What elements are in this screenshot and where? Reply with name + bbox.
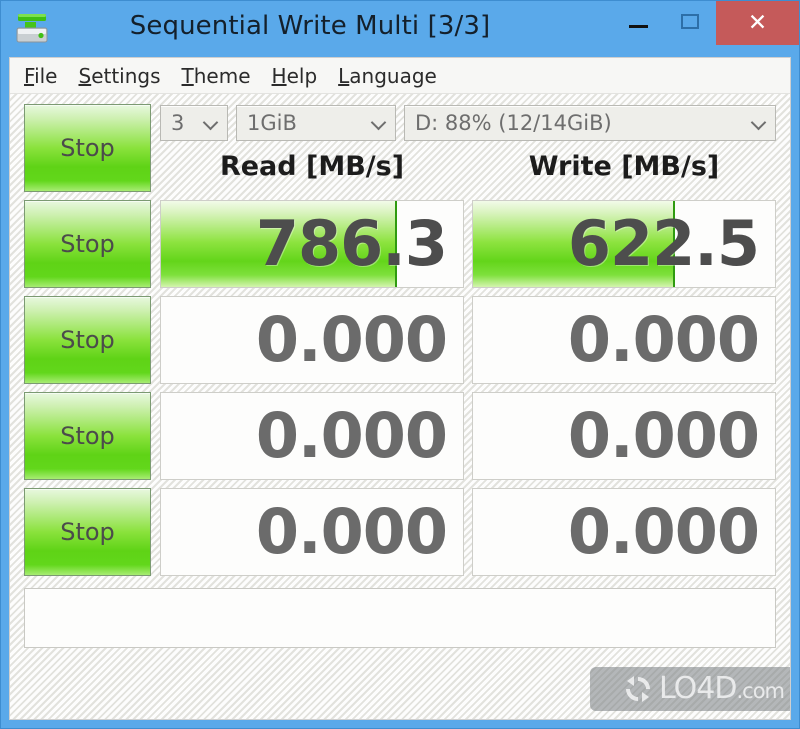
cells: 0.000 0.000 — [160, 392, 776, 480]
menu-mnemonic: H — [271, 63, 287, 88]
app-window: Sequential Write Multi [3/3] ✕ File Sett… — [0, 0, 800, 729]
result-cells-1: 786.3 622.5 — [151, 200, 776, 288]
test-size-value: 1GiB — [247, 111, 297, 135]
result-row: Stop 0.000 0.000 — [24, 488, 776, 576]
watermark-text: LO4D.com — [659, 671, 785, 706]
result-row: Stop 0.000 0.000 — [24, 296, 776, 384]
toolbar-right: 3 1GiB D: 88% (12/14GiB) Read [MB/s] Wri… — [151, 104, 776, 192]
watermark-name: LO4D — [659, 671, 737, 706]
write-result-cell-2: 0.000 — [472, 296, 776, 384]
result-cells-4: 0.000 0.000 — [151, 488, 776, 576]
menu-label: anguage — [349, 63, 437, 88]
client-area: File Settings Theme Help Language Stop 3 — [9, 57, 791, 720]
maximize-icon — [681, 13, 699, 29]
chevron-down-icon — [371, 115, 387, 131]
lo4d-watermark: LO4D.com — [590, 667, 790, 711]
toolbar-row: Stop 3 1GiB D: 88% (12/14GiB) Read [MB/s… — [24, 104, 776, 192]
write-result-cell-4: 0.000 — [472, 488, 776, 576]
menu-mnemonic: T — [181, 63, 194, 88]
menu-bar: File Settings Theme Help Language — [10, 58, 790, 94]
chevron-down-icon — [751, 115, 767, 131]
minimize-icon — [628, 24, 648, 28]
menu-item-settings[interactable]: Settings — [78, 64, 160, 88]
read-result-cell-1: 786.3 — [160, 200, 464, 288]
stop-button-4[interactable]: Stop — [24, 488, 151, 576]
menu-mnemonic: F — [24, 63, 35, 88]
drive-select[interactable]: D: 88% (12/14GiB) — [404, 105, 776, 141]
read-value-4: 0.000 — [255, 495, 448, 568]
menu-item-help[interactable]: Help — [272, 64, 318, 88]
read-value-3: 0.000 — [255, 399, 448, 472]
menu-item-language[interactable]: Language — [338, 64, 437, 88]
cells: 786.3 622.5 — [160, 200, 776, 288]
menu-label: elp — [286, 63, 318, 88]
menu-label: ettings — [91, 63, 161, 88]
menu-item-theme[interactable]: Theme — [182, 64, 251, 88]
write-column-header: Write [MB/s] — [528, 150, 720, 182]
stop-all-button[interactable]: Stop — [24, 104, 151, 192]
test-controls: 3 1GiB D: 88% (12/14GiB) — [160, 104, 776, 142]
write-value-1: 622.5 — [567, 207, 760, 280]
benchmark-panel: Stop 3 1GiB D: 88% (12/14GiB) Read [MB/s… — [10, 94, 790, 719]
window-controls: ✕ — [612, 1, 799, 45]
read-result-cell-3: 0.000 — [160, 392, 464, 480]
cells: 0.000 0.000 — [160, 488, 776, 576]
write-result-cell-1: 622.5 — [472, 200, 776, 288]
read-value-1: 786.3 — [255, 207, 448, 280]
read-value-2: 0.000 — [255, 303, 448, 376]
stop-button-2[interactable]: Stop — [24, 296, 151, 384]
menu-label: ile — [34, 63, 58, 88]
stop-button-3[interactable]: Stop — [24, 392, 151, 480]
drive-value: D: 88% (12/14GiB) — [415, 111, 612, 135]
chevron-down-icon — [203, 115, 219, 131]
read-column-header: Read [MB/s] — [219, 150, 405, 182]
refresh-arrows-icon — [626, 676, 651, 702]
menu-mnemonic: L — [338, 63, 350, 88]
maximize-button[interactable] — [664, 1, 716, 45]
test-size-select[interactable]: 1GiB — [236, 105, 396, 141]
write-value-2: 0.000 — [567, 303, 760, 376]
column-headers: Read [MB/s] Write [MB/s] — [160, 144, 776, 188]
close-button[interactable]: ✕ — [716, 1, 799, 45]
test-count-value: 3 — [171, 111, 185, 135]
title-bar: Sequential Write Multi [3/3] ✕ — [1, 1, 799, 57]
result-row: Stop 0.000 0.000 — [24, 392, 776, 480]
stop-button-1[interactable]: Stop — [24, 200, 151, 288]
menu-mnemonic: S — [78, 63, 92, 88]
comment-input[interactable] — [24, 588, 776, 648]
menu-label: heme — [193, 63, 251, 88]
read-result-cell-4: 0.000 — [160, 488, 464, 576]
cells: 0.000 0.000 — [160, 296, 776, 384]
menu-item-file[interactable]: File — [24, 64, 57, 88]
result-row: Stop 786.3 622.5 — [24, 200, 776, 288]
write-result-cell-3: 0.000 — [472, 392, 776, 480]
write-value-4: 0.000 — [567, 495, 760, 568]
minimize-button[interactable] — [612, 1, 664, 45]
test-count-select[interactable]: 3 — [160, 105, 228, 141]
watermark-domain: .com — [736, 679, 785, 703]
write-value-3: 0.000 — [567, 399, 760, 472]
read-result-cell-2: 0.000 — [160, 296, 464, 384]
result-cells-3: 0.000 0.000 — [151, 392, 776, 480]
result-cells-2: 0.000 0.000 — [151, 296, 776, 384]
